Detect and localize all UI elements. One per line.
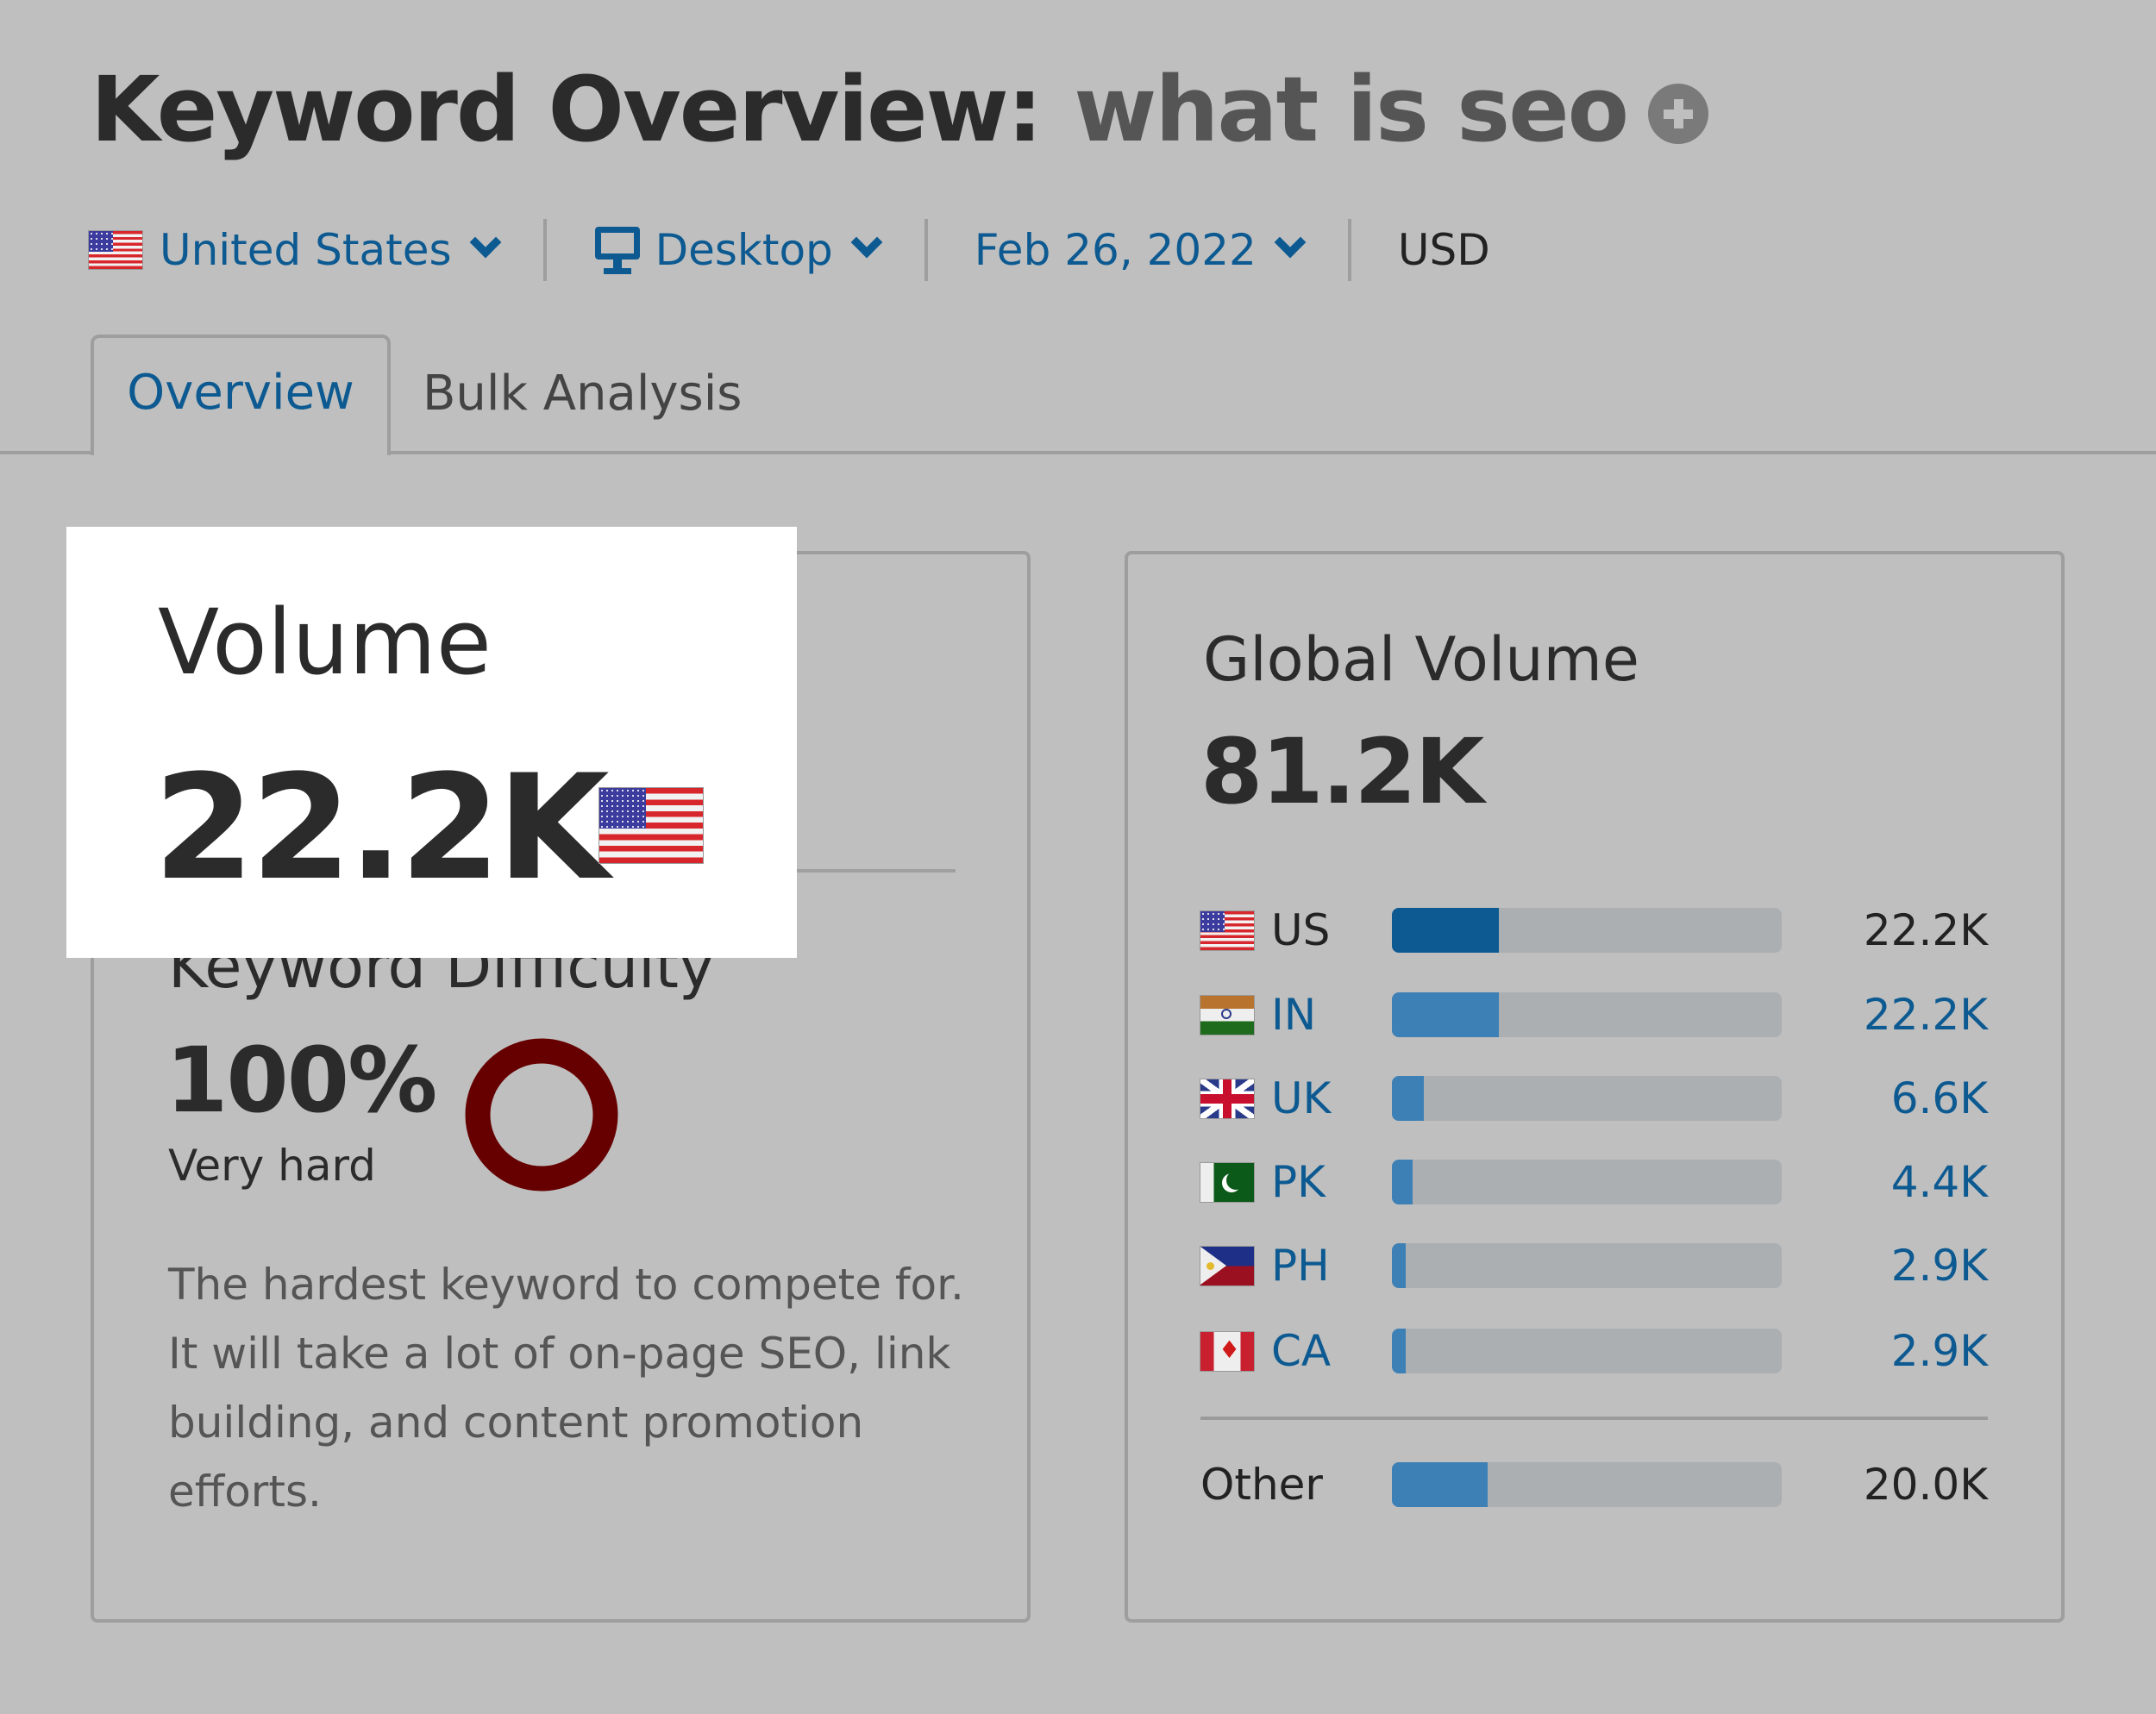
volume-bar-track	[1392, 1462, 1782, 1507]
volume-value: 22.2K	[154, 743, 610, 912]
global-volume-value: 81.2K	[1200, 719, 1484, 824]
page-title: Keyword Overview: what is seo	[91, 53, 1709, 166]
tab-overview-label: Overview	[127, 364, 354, 421]
volume-bar-fill	[1392, 908, 1499, 953]
other-value: 20.0K	[1863, 1460, 1988, 1510]
country-code[interactable]: IN	[1271, 990, 1392, 1040]
country-row-other: Other 20.0K	[1200, 1454, 1988, 1515]
volume-bar-fill	[1392, 1243, 1407, 1288]
device-dropdown[interactable]: Desktop	[593, 225, 883, 275]
country-row-pk: PK 4.4K	[1200, 1152, 1988, 1212]
global-volume-label: Global Volume	[1203, 624, 1639, 695]
us-flag-icon	[599, 788, 703, 863]
keyword-difficulty-value: 100%	[166, 1028, 437, 1133]
tab-overview[interactable]: Overview	[91, 335, 391, 455]
country-volume-value[interactable]: 4.4K	[1782, 1157, 1988, 1207]
volume-bar-fill	[1392, 1462, 1489, 1507]
country-code[interactable]: PH	[1271, 1241, 1392, 1291]
tab-bulk-analysis-label: Bulk Analysis	[423, 365, 743, 422]
keyword-text: what is seo	[1074, 57, 1629, 162]
country-volume-value[interactable]: 6.6K	[1782, 1073, 1988, 1123]
currency-label: USD	[1397, 225, 1490, 275]
keyword-difficulty-level: Very hard	[168, 1141, 376, 1191]
country-volume-value[interactable]: 22.2K	[1782, 990, 1988, 1040]
chevron-down-icon	[469, 226, 501, 259]
volume-label: Volume	[158, 590, 492, 695]
keyword-difficulty-description: The hardest keyword to compete for. It w…	[168, 1260, 964, 1517]
volume-bar-track	[1392, 1243, 1782, 1288]
volume-bar-fill	[1392, 992, 1499, 1037]
difficulty-donut-chart	[465, 1038, 618, 1192]
us-flag-icon	[89, 231, 142, 269]
uk-flag-icon	[1200, 1079, 1254, 1118]
date-dropdown[interactable]: Feb 26, 2022	[974, 225, 1307, 275]
volume-bar-track	[1392, 1329, 1782, 1373]
country-row-us: US 22.2K	[1200, 900, 1988, 960]
india-flag-icon	[1200, 995, 1254, 1035]
country-dropdown[interactable]: United States	[89, 225, 501, 275]
global-volume-divider	[1200, 1417, 1988, 1420]
volume-bar-fill	[1392, 1076, 1424, 1121]
filter-divider	[542, 219, 547, 281]
chevron-down-icon	[850, 226, 883, 259]
country-row-ph: PH 2.9K	[1200, 1235, 1988, 1296]
date-label: Feb 26, 2022	[974, 225, 1257, 275]
country-volume-value[interactable]: 2.9K	[1782, 1241, 1988, 1291]
desktop-monitor-icon	[593, 225, 642, 275]
filter-bar: United States Desktop Feb 26, 2022 USD	[89, 211, 1490, 289]
country-code[interactable]: PK	[1271, 1157, 1392, 1207]
pakistan-flag-icon	[1200, 1162, 1254, 1202]
country-row-ca: CA 2.9K	[1200, 1321, 1988, 1381]
us-flag-icon	[1200, 910, 1254, 950]
canada-flag-icon	[1200, 1331, 1254, 1371]
chevron-down-icon	[1274, 226, 1307, 259]
volume-bar-fill	[1392, 1160, 1413, 1204]
country-code[interactable]: CA	[1271, 1326, 1392, 1376]
volume-bar-fill	[1392, 1329, 1407, 1373]
other-label: Other	[1200, 1460, 1323, 1510]
volume-bar-track	[1392, 992, 1782, 1037]
tab-bulk-analysis[interactable]: Bulk Analysis	[423, 335, 742, 460]
country-volume-value[interactable]: 2.9K	[1782, 1326, 1988, 1376]
country-label: United States	[160, 225, 452, 275]
page-title-prefix: Keyword Overview:	[91, 57, 1043, 162]
country-row-in: IN 22.2K	[1200, 985, 1988, 1045]
country-code: US	[1271, 905, 1331, 955]
difficulty-ring	[465, 1038, 618, 1192]
filter-divider	[1347, 219, 1351, 281]
country-row-uk: UK 6.6K	[1200, 1068, 1988, 1129]
country-volume-value: 22.2K	[1863, 905, 1988, 955]
country-code[interactable]: UK	[1271, 1073, 1392, 1123]
device-label: Desktop	[655, 225, 833, 275]
plus-circle-icon[interactable]	[1648, 84, 1709, 144]
philippines-flag-icon	[1200, 1246, 1254, 1286]
volume-bar-track	[1392, 908, 1782, 953]
volume-bar-track	[1392, 1160, 1782, 1204]
filter-divider	[924, 219, 928, 281]
volume-bar-track	[1392, 1076, 1782, 1121]
